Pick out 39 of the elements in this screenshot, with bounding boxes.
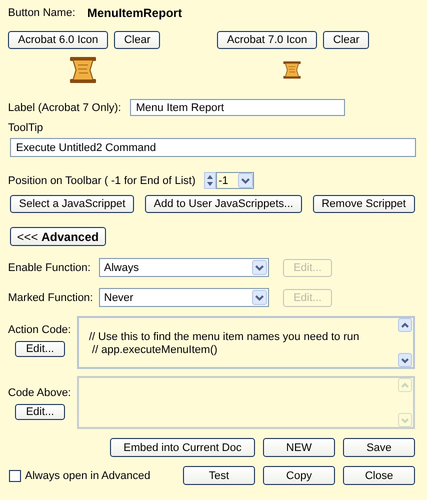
scrippet-button[interactable]: Add to User JavaScrippets...: [144, 195, 302, 213]
field-label: Enable Function:: [8, 262, 92, 274]
icon-select-button[interactable]: Acrobat 6.0 Icon: [8, 31, 108, 49]
scrippet-button[interactable]: Select a JavaScrippet: [10, 195, 134, 213]
icon-select-button[interactable]: Acrobat 7.0 Icon: [217, 31, 318, 49]
tooltip-field[interactable]: Execute Untitled2 Command: [10, 138, 416, 157]
code-line: // Use this to find the menu item names you need to run: [89, 331, 360, 344]
edit-button[interactable]: Edit...: [15, 341, 65, 357]
action-button[interactable]: NEW: [263, 438, 335, 457]
field-label: ToolTip: [8, 122, 44, 134]
scroll-icon: [68, 55, 98, 85]
action-button[interactable]: Copy: [263, 466, 335, 485]
position-dropdown[interactable]: -1: [216, 172, 254, 189]
checkbox-label: Always open in Advanced: [25, 470, 150, 482]
scroll-down-icon[interactable]: [398, 353, 412, 367]
code-line: // app.executeMenuItem(): [91, 344, 218, 357]
field-label: Marked Function:: [8, 292, 94, 304]
spinner-icon[interactable]: [204, 172, 216, 189]
code-box[interactable]: // Use this to find the menu item names you need to run // app.executeMenuItem(): [77, 316, 415, 369]
clear-button[interactable]: Clear: [323, 31, 370, 49]
advanced-button[interactable]: <<< Advanced: [10, 227, 106, 246]
action-button[interactable]: Embed into Current Doc: [110, 438, 255, 457]
function-dropdown[interactable]: Always: [99, 258, 269, 277]
clear-button[interactable]: Clear: [114, 31, 160, 49]
scrippet-button[interactable]: Remove Scrippet: [312, 195, 415, 213]
field-label: Action Code:: [8, 324, 72, 336]
action-button[interactable]: Test: [183, 466, 255, 485]
field-label: Position on Toolbar ( -1 for End of List): [8, 174, 196, 186]
scroll-icon: [282, 60, 302, 80]
label-field[interactable]: Menu Item Report: [130, 99, 345, 116]
checkbox[interactable]: [9, 470, 21, 482]
action-button[interactable]: Close: [343, 466, 415, 485]
field-label: Label (Acrobat 7 Only):: [8, 102, 122, 114]
field-label: Code Above:: [8, 387, 72, 399]
scroll-up-icon[interactable]: [398, 318, 412, 332]
function-dropdown[interactable]: Never: [99, 288, 269, 307]
field-label: Button Name:: [8, 7, 76, 19]
button-name-value: MenuItemReport: [87, 6, 182, 20]
action-button[interactable]: Save: [343, 438, 415, 457]
